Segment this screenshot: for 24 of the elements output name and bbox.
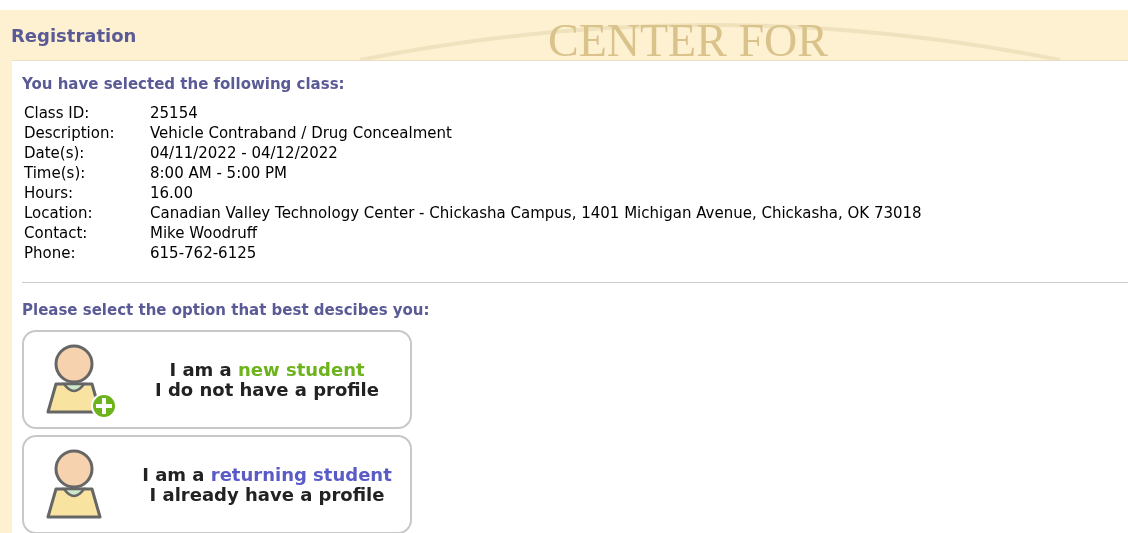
option-button[interactable]: I am a returning student I already have a profile <box>22 435 412 533</box>
option-text: I am a returning student I already have a profile <box>141 464 393 505</box>
field-value: Vehicle Contraband / Drug Concealment <box>150 122 453 143</box>
option-text: I am a new student I do not have a profile <box>154 359 380 400</box>
field-value: 04/11/2022 - 04/12/2022 <box>150 142 339 163</box>
field-value: Mike Woodruff <box>150 222 259 243</box>
field-label: Description: <box>24 122 116 143</box>
option-button[interactable]: I am a new student I do not have a profile <box>22 330 412 429</box>
header-watermark-text: CENTER FOR <box>548 18 828 60</box>
field-label: Contact: <box>24 222 89 243</box>
field-label: Class ID: <box>24 102 91 123</box>
field-label: Hours: <box>24 182 74 203</box>
field-value: 8:00 AM - 5:00 PM <box>150 162 289 183</box>
field-label: Time(s): <box>24 162 87 183</box>
field-label: Phone: <box>24 242 77 263</box>
field-label: Location: <box>24 202 94 223</box>
field-value: 25154 <box>150 102 199 123</box>
field-value: 16.00 <box>150 182 194 203</box>
section-heading: Please select the option that best descibes you: <box>22 299 431 321</box>
field-value: Canadian Valley Technology Center - Chickasha Campus, 1401 Michigan Avenue, Chickasha, OK 73018 <box>150 202 923 223</box>
field-label: Date(s): <box>24 142 86 163</box>
section-heading: You have selected the following class: <box>22 74 346 95</box>
page-title: Registration <box>11 23 137 48</box>
field-value: 615-762-6125 <box>150 242 258 263</box>
